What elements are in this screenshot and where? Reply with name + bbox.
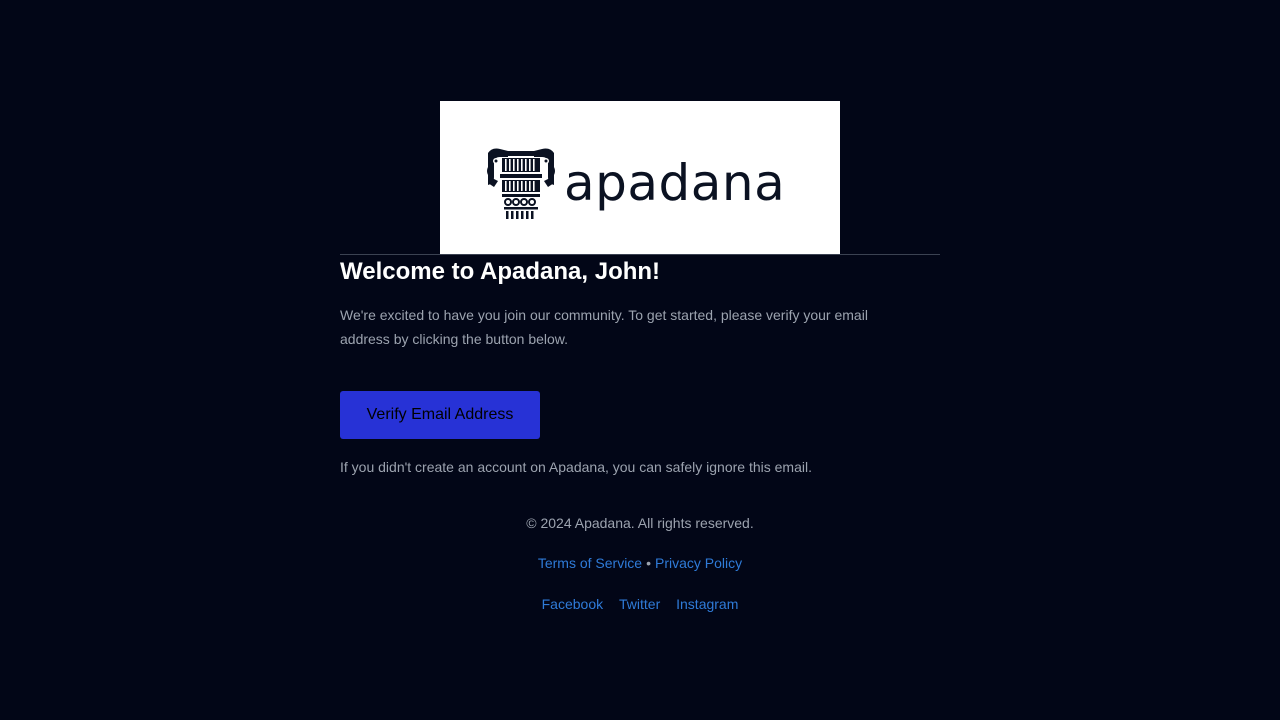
- logo-banner: apadana: [440, 101, 840, 254]
- verify-email-button[interactable]: Verify Email Address: [340, 391, 540, 439]
- welcome-intro-text: We're excited to have you join our commu…: [340, 307, 868, 347]
- welcome-heading: Welcome to Apadana, John!: [340, 258, 661, 285]
- twitter-link[interactable]: Twitter: [619, 596, 660, 612]
- link-separator: •: [646, 555, 651, 571]
- header-divider: [340, 254, 940, 255]
- social-links: Facebook Twitter Instagram: [340, 594, 940, 614]
- email-page: apadana Welcome to Apadana, John! We're …: [0, 0, 1280, 720]
- persian-column-capital-icon: [487, 148, 555, 219]
- logo-wordmark: apadana: [564, 154, 786, 212]
- copyright-text: © 2024 Apadana. All rights reserved.: [526, 515, 754, 531]
- terms-of-service-link[interactable]: Terms of Service: [538, 555, 642, 571]
- legal-links: Terms of Service • Privacy Policy: [340, 553, 940, 573]
- ignore-notice: If you didn't create an account on Apada…: [340, 459, 812, 475]
- instagram-link[interactable]: Instagram: [676, 596, 738, 612]
- facebook-link[interactable]: Facebook: [542, 596, 603, 612]
- privacy-policy-link[interactable]: Privacy Policy: [655, 555, 742, 571]
